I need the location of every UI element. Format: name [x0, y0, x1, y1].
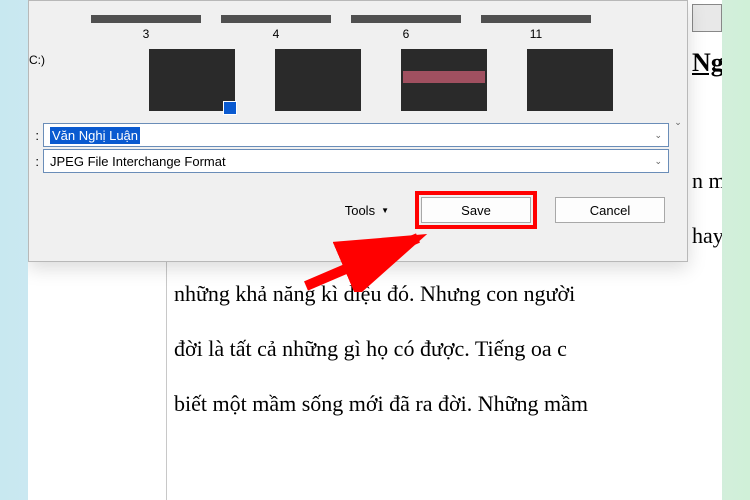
- tools-label: Tools: [345, 203, 375, 218]
- scrollbar-vertical[interactable]: ⌄: [669, 1, 687, 131]
- document-line: những khả năng kì diệu đó. Nhưng con ngư…: [174, 266, 714, 321]
- save-dialog: 3 4 6 11 C:) ⌄ :: [28, 0, 688, 262]
- document-body: những khả năng kì diệu đó. Nhưng con ngư…: [166, 256, 722, 431]
- document-image-placeholder: [692, 4, 722, 32]
- thumbnail-row-top: 3 4 6 11: [29, 1, 687, 41]
- chevron-down-icon: ▼: [381, 206, 389, 215]
- thumbnail-item[interactable]: 3: [87, 15, 205, 41]
- thumbnail-row-bottom: [29, 49, 687, 111]
- filetype-label: :: [31, 154, 39, 169]
- chevron-down-icon[interactable]: ⌄: [654, 156, 662, 167]
- cancel-button[interactable]: Cancel: [555, 197, 665, 223]
- filename-label: :: [31, 128, 39, 143]
- filename-combo[interactable]: Văn Nghị Luận ⌄: [43, 123, 669, 147]
- thumbnail-item[interactable]: 6: [347, 15, 465, 41]
- document-heading-fragment: Ngh: [692, 48, 722, 78]
- thumbnail-item[interactable]: [401, 49, 487, 111]
- filetype-row: : JPEG File Interchange Format ⌄: [29, 149, 687, 173]
- thumbnail-item[interactable]: 11: [477, 15, 595, 41]
- scroll-down-button[interactable]: ⌄: [669, 113, 687, 131]
- filename-value: Văn Nghị Luận: [50, 127, 140, 144]
- filetype-combo[interactable]: JPEG File Interchange Format ⌄: [43, 149, 669, 173]
- thumbnail-item[interactable]: [275, 49, 361, 111]
- thumbnail-item[interactable]: 4: [217, 15, 335, 41]
- drive-label: C:): [29, 53, 39, 67]
- save-highlight-annotation: Save: [415, 191, 537, 229]
- thumbnail-item[interactable]: [149, 49, 235, 111]
- stage: Ngh n mỗi hay nh những khả năng kì diệu …: [28, 0, 722, 500]
- tools-menu[interactable]: Tools ▼: [345, 203, 389, 218]
- document-line: đời là tất cả những gì họ có được. Tiếng…: [174, 321, 714, 376]
- dialog-button-row: Tools ▼ Save Cancel: [29, 191, 687, 229]
- chevron-down-icon[interactable]: ⌄: [654, 130, 662, 141]
- save-button[interactable]: Save: [421, 197, 531, 223]
- document-line: biết một mầm sống mới đã ra đời. Những m…: [174, 376, 714, 431]
- filename-row: : Văn Nghị Luận ⌄: [29, 123, 687, 147]
- document-text-fragment: hay nh: [692, 223, 722, 249]
- filetype-value: JPEG File Interchange Format: [50, 154, 226, 169]
- document-text-fragment: n mỗi: [692, 168, 722, 194]
- thumbnail-item[interactable]: [527, 49, 613, 111]
